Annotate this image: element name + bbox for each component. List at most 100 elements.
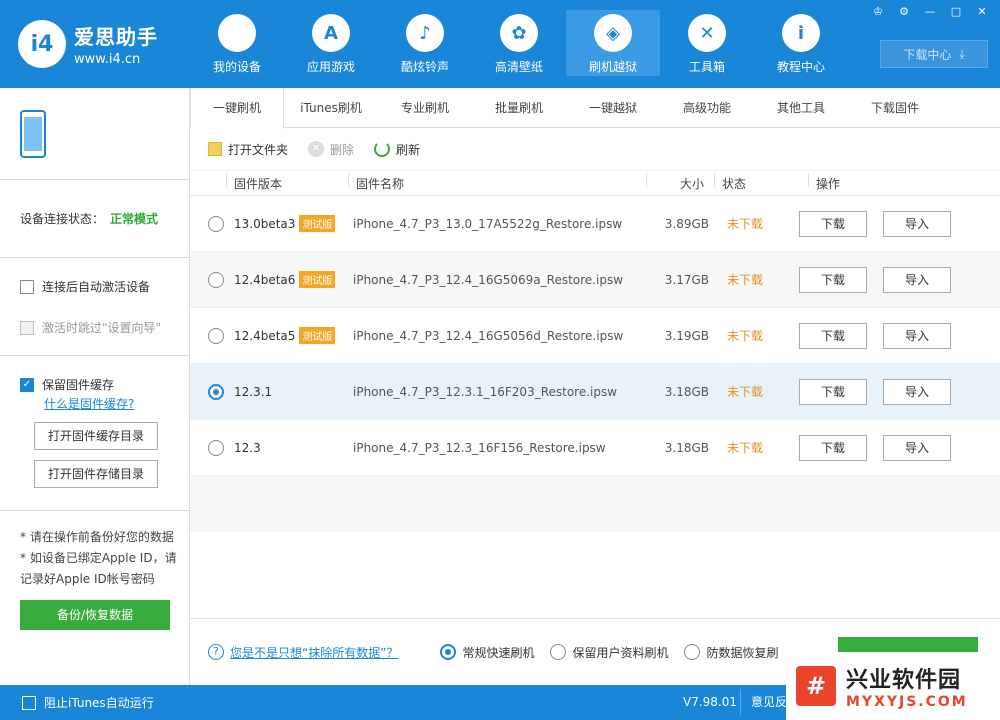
mode-keep-data-radio[interactable] [550, 644, 567, 660]
tab-advanced[interactable]: 高级功能 [660, 88, 754, 128]
row-version: 12.4beta5 [234, 328, 296, 343]
row-version: 12.4beta6 [234, 272, 296, 287]
import-button[interactable]: 导入 [883, 322, 951, 349]
table-row[interactable]: 12.4beta5 测试版 iPhone_4.7_P3_12.4_16G5056d… [190, 308, 1000, 364]
row-radio[interactable] [208, 383, 224, 400]
tab-pro-flash[interactable]: 专业刷机 [378, 88, 472, 128]
tab-itunes-flash[interactable]: iTunes刷机 [284, 88, 378, 128]
row-radio[interactable] [208, 271, 224, 288]
minimize-icon[interactable]: — [920, 4, 940, 20]
row-name: iPhone_4.7_P3_12.3_16F156_Restore.ipsw [353, 440, 606, 455]
bell-icon: ♪ [406, 14, 444, 52]
row-radio[interactable] [208, 327, 224, 344]
col-ops: 操作 [808, 172, 928, 192]
shirt-icon[interactable]: ♔ [868, 4, 888, 20]
mode-quick-radio[interactable] [440, 644, 457, 660]
row-status: 未下载 [727, 217, 764, 231]
appstore-icon: A [312, 14, 350, 52]
delete-button[interactable]: ✕ 删除 [308, 141, 354, 158]
mode-anti-recovery[interactable]: 防数据恢复刷 [684, 644, 778, 661]
tools-icon: ✕ [688, 14, 726, 52]
auto-activate-checkbox[interactable] [20, 279, 34, 294]
col-version: 固件版本 [226, 172, 348, 192]
import-button[interactable]: 导入 [883, 210, 951, 237]
tab-jailbreak[interactable]: 一键越狱 [566, 88, 660, 128]
import-button[interactable]: 导入 [883, 266, 951, 293]
open-folder-button[interactable]: 打开文件夹 [208, 141, 288, 158]
nav-my-device[interactable]: 我的设备 [190, 10, 284, 76]
keep-cache-checkbox[interactable]: ✓ [20, 377, 34, 392]
nav-label: 酷炫铃声 [400, 60, 449, 74]
download-button[interactable]: 下载 [799, 322, 867, 349]
table-row[interactable]: 13.0beta3 测试版 iPhone_4.7_P3_13.0_17A5522g… [190, 196, 1000, 252]
row-name: iPhone_4.7_P3_12.4_16G5056d_Restore.ipsw [353, 328, 624, 343]
mode-quick[interactable]: 常规快速刷机 [440, 644, 534, 661]
download-center-button[interactable]: 下载中心 ⤓ [880, 40, 988, 68]
header: i4 爱思助手 www.i4.cn 我的设备 A 应用游戏 ♪ 酷炫铃声 ✿ 高… [0, 0, 1000, 88]
mode-quick-label: 常规快速刷机 [462, 645, 535, 660]
connection-status: 设备连接状态： 正常模式 [0, 180, 189, 258]
open-cache-dir-button[interactable]: 打开固件缓存目录 [34, 422, 158, 450]
question-icon: ? [208, 644, 224, 660]
version-label: V7.98.01 [683, 695, 738, 709]
what-is-cache-link[interactable]: 什么是固件缓存? [44, 395, 189, 412]
refresh-button[interactable]: 刷新 [374, 141, 420, 158]
tab-batch-flash[interactable]: 批量刷机 [472, 88, 566, 128]
nav-label: 工具箱 [688, 60, 725, 74]
backup-restore-button[interactable]: 备份/恢复数据 [20, 600, 170, 630]
import-button[interactable]: 导入 [883, 378, 951, 405]
nav-ringtones[interactable]: ♪ 酷炫铃声 [378, 10, 472, 76]
table-row[interactable]: 12.4beta6 测试版 iPhone_4.7_P3_12.4_16G5069a… [190, 252, 1000, 308]
download-button[interactable]: 下载 [799, 434, 867, 461]
tab-bar: 一键刷机 iTunes刷机 专业刷机 批量刷机 一键越狱 高级功能 其他工具 下… [190, 88, 1000, 129]
open-folder-label: 打开文件夹 [228, 142, 289, 157]
col-size: 大小 [646, 172, 714, 192]
skip-setup-label: 激活时跳过"设置向导" [42, 321, 162, 335]
table-row[interactable]: 12.3 iPhone_4.7_P3_12.3_16F156_Restore.i… [190, 420, 1000, 476]
table-row-selected[interactable]: 12.3.1 iPhone_4.7_P3_12.3.1_16F203_Resto… [190, 364, 1000, 420]
nav-apps[interactable]: A 应用游戏 [284, 10, 378, 76]
download-icon: ⤓ [959, 46, 965, 61]
gear-icon[interactable]: ⚙ [894, 4, 914, 20]
mode-keep-data-label: 保留用户资料刷机 [572, 645, 669, 660]
block-itunes-checkbox[interactable] [22, 695, 36, 710]
cache-options: ✓ 保留固件缓存 什么是固件缓存? 打开固件缓存目录 打开固件存储目录 [0, 356, 189, 511]
row-name: iPhone_4.7_P3_12.4_16G5069a_Restore.ipsw [353, 272, 624, 287]
open-store-dir-button[interactable]: 打开固件存储目录 [34, 460, 158, 488]
nav-flash-jailbreak[interactable]: ◈ 刷机越狱 [566, 10, 660, 76]
sidebar: 设备连接状态： 正常模式 连接后自动激活设备 激活时跳过"设置向导" ✓ 保留固… [0, 88, 190, 685]
window-controls: ♔ ⚙ — □ ✕ [868, 4, 992, 20]
delete-label: 删除 [330, 142, 355, 157]
note-backup: * 请在操作前备份好您的数据 [20, 530, 174, 544]
dropbox-icon: ◈ [594, 14, 632, 52]
nav-toolbox[interactable]: ✕ 工具箱 [660, 10, 754, 76]
beta-badge: 测试版 [299, 271, 336, 288]
apple-icon [218, 14, 256, 52]
nav-wallpapers[interactable]: ✿ 高清壁纸 [472, 10, 566, 76]
watermark: # 兴业软件园 MYXYJS.COM [786, 652, 1000, 720]
row-name: iPhone_4.7_P3_13.0_17A5522g_Restore.ipsw [353, 216, 623, 231]
mode-anti-recovery-label: 防数据恢复刷 [706, 645, 779, 660]
tab-download-firmware[interactable]: 下载固件 [848, 88, 942, 128]
close-icon[interactable]: ✕ [972, 4, 992, 20]
skip-setup-checkbox[interactable] [20, 320, 34, 335]
download-center-label: 下载中心 [903, 47, 952, 62]
download-button[interactable]: 下载 [799, 378, 867, 405]
main-nav: 我的设备 A 应用游戏 ♪ 酷炫铃声 ✿ 高清壁纸 ◈ 刷机越狱 ✕ 工具箱 i… [190, 10, 848, 76]
tab-one-click-flash[interactable]: 一键刷机 [190, 88, 284, 129]
import-button[interactable]: 导入 [883, 434, 951, 461]
row-radio[interactable] [208, 215, 224, 232]
mode-anti-recovery-radio[interactable] [684, 644, 701, 660]
tab-other-tools[interactable]: 其他工具 [754, 88, 848, 128]
nav-label: 我的设备 [212, 60, 261, 74]
mode-keep-data[interactable]: 保留用户资料刷机 [550, 644, 668, 661]
maximize-icon[interactable]: □ [946, 4, 966, 20]
keep-cache-label: 保留固件缓存 [42, 378, 115, 392]
nav-tutorials[interactable]: i 教程中心 [754, 10, 848, 76]
download-button[interactable]: 下载 [799, 266, 867, 293]
download-button[interactable]: 下载 [799, 210, 867, 237]
row-radio[interactable] [208, 439, 224, 456]
nav-label: 刷机越狱 [588, 60, 637, 74]
erase-all-link[interactable]: 您是不是只想“抹除所有数据”？ [230, 644, 398, 661]
row-version: 12.3 [234, 440, 261, 455]
